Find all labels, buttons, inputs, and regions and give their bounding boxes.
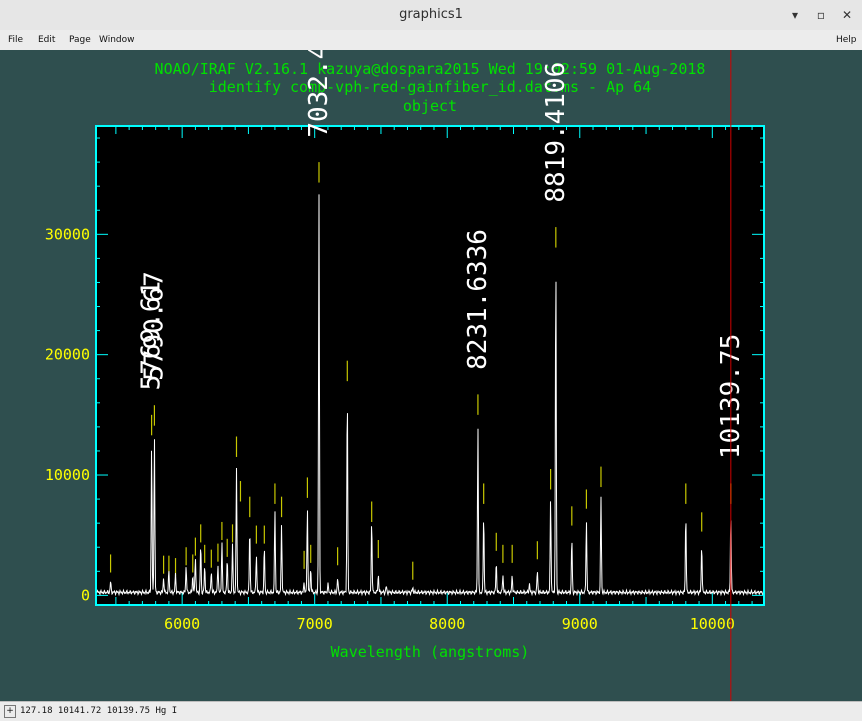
window-titlebar: graphics1 ▾ ▫ ✕: [0, 0, 862, 31]
chart-subtitle: identify comp-vph-red-gainfiber_id.dat.m…: [209, 78, 652, 96]
menu-help[interactable]: Help: [836, 35, 857, 45]
x-tick-label: 8000: [429, 615, 465, 633]
menu-edit[interactable]: Edit: [38, 35, 55, 45]
minimize-button[interactable]: ▾: [786, 6, 804, 24]
status-readout: 127.18 10141.72 10139.75 Hg I: [20, 706, 178, 716]
wavelength-annotation: 7032.4128: [304, 50, 334, 138]
maximize-button[interactable]: ▫: [812, 6, 830, 24]
menu-bar: File Edit Page Window Help: [0, 30, 862, 50]
status-toggle-button[interactable]: +: [4, 705, 16, 718]
window-title: graphics1: [399, 7, 463, 22]
wavelength-annotation: 8819.4106: [541, 62, 571, 203]
spectrum-chart: NOAO/IRAF V2.16.1 kazuya@dospara2015 Wed…: [45, 0, 765, 701]
plot-frame: [95, 125, 765, 606]
menu-file[interactable]: File: [8, 35, 23, 45]
chart-title: NOAO/IRAF V2.16.1 kazuya@dospara2015 Wed…: [155, 60, 706, 78]
x-tick-label: 9000: [562, 615, 598, 633]
x-tick-label: 6000: [164, 615, 200, 633]
wavelength-annotation: 8231.6336: [463, 229, 493, 370]
chart-subtitle2: object: [403, 97, 457, 115]
menu-page[interactable]: Page: [69, 35, 91, 45]
x-axis-label: Wavelength (angstroms): [331, 643, 530, 661]
x-tick-label: 10000: [690, 615, 735, 633]
x-tick-label: 7000: [297, 615, 333, 633]
y-tick-label: 20000: [45, 346, 90, 364]
graphics-canvas[interactable]: NOAO/IRAF V2.16.1 kazuya@dospara2015 Wed…: [0, 0, 862, 701]
y-tick-label: 10000: [45, 466, 90, 484]
y-tick-label: 30000: [45, 225, 90, 243]
menu-window[interactable]: Window: [99, 35, 135, 45]
y-tick-label: 0: [81, 586, 90, 604]
wavelength-annotation: 5790.67: [139, 271, 169, 381]
status-bar: + 127.18 10141.72 10139.75 Hg I: [0, 701, 862, 721]
close-button[interactable]: ✕: [838, 6, 856, 24]
